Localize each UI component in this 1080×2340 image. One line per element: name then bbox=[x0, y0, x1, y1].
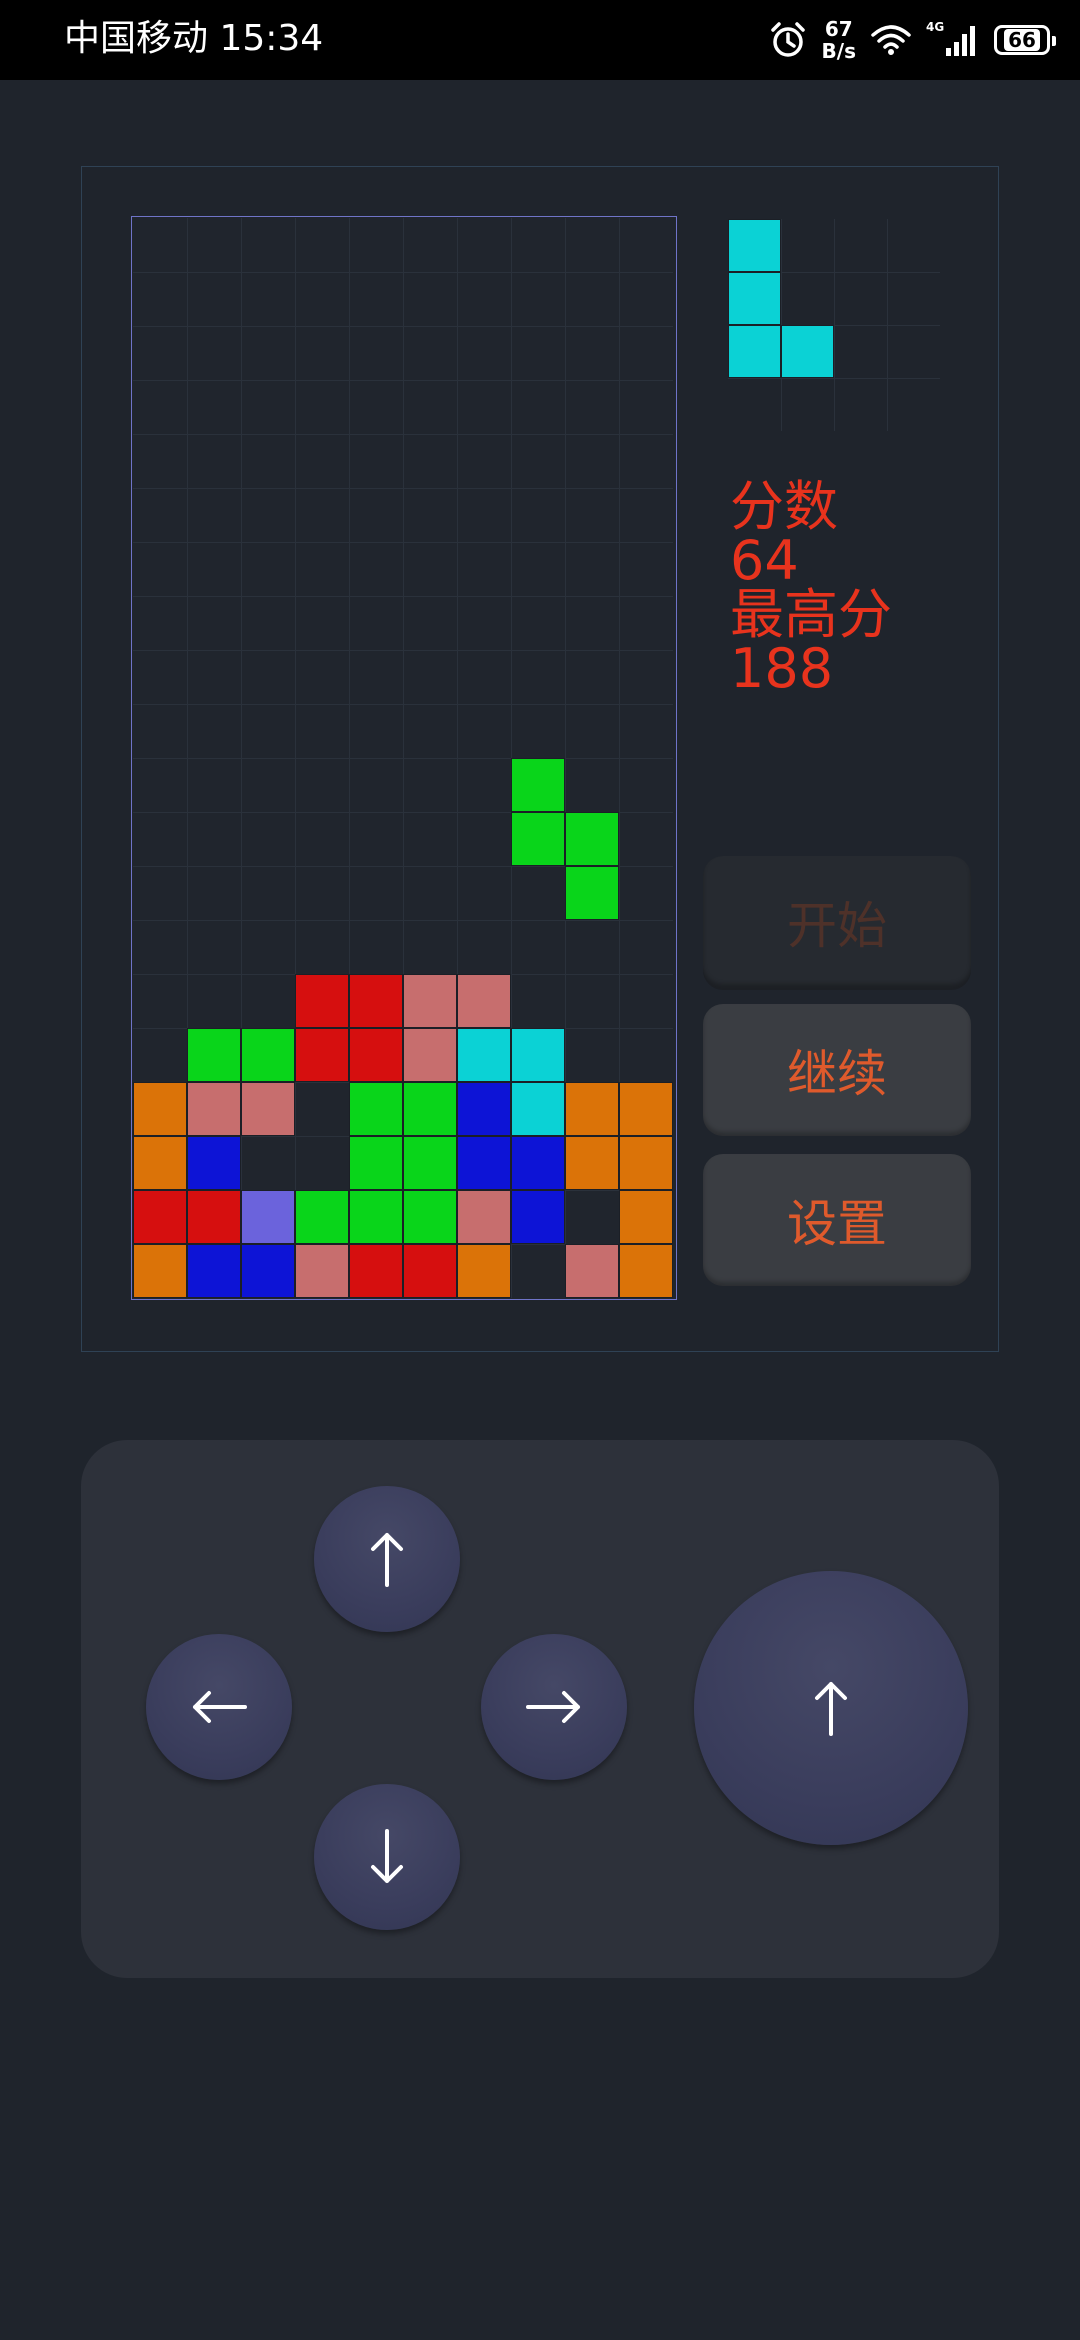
block-cell bbox=[565, 866, 619, 920]
block-cell bbox=[187, 1082, 241, 1136]
block-cell bbox=[781, 325, 834, 378]
block-cell bbox=[295, 1028, 349, 1082]
arrow-left-icon bbox=[193, 1691, 247, 1723]
block-cell bbox=[511, 758, 565, 812]
arrow-right-icon bbox=[526, 1691, 580, 1723]
grid-line bbox=[133, 758, 673, 759]
block-cell bbox=[403, 1244, 457, 1298]
grid-line bbox=[133, 380, 673, 381]
network-speed: 67 B/s bbox=[822, 18, 856, 62]
block-cell bbox=[457, 1028, 511, 1082]
block-cell bbox=[403, 1082, 457, 1136]
block-cell bbox=[295, 974, 349, 1028]
block-cell bbox=[619, 1244, 673, 1298]
grid-line bbox=[133, 488, 673, 489]
carrier-time: 中国移动 15:34 bbox=[64, 18, 324, 59]
block-cell bbox=[728, 325, 781, 378]
network-speed-value: 67 bbox=[824, 17, 853, 41]
block-cell bbox=[187, 1190, 241, 1244]
block-cell bbox=[187, 1136, 241, 1190]
block-cell bbox=[565, 1244, 619, 1298]
settings-button[interactable]: 设置 bbox=[703, 1154, 971, 1286]
block-cell bbox=[295, 1244, 349, 1298]
cellular-signal-icon: 4G bbox=[926, 20, 975, 56]
block-cell bbox=[565, 812, 619, 866]
block-cell bbox=[349, 1082, 403, 1136]
grid-line bbox=[728, 378, 940, 379]
block-cell bbox=[511, 1190, 565, 1244]
next-piece-preview bbox=[728, 219, 942, 433]
block-cell bbox=[241, 1028, 295, 1082]
block-cell bbox=[187, 1244, 241, 1298]
block-cell bbox=[241, 1190, 295, 1244]
grid-line bbox=[133, 920, 673, 921]
block-cell bbox=[295, 1190, 349, 1244]
grid-line bbox=[133, 704, 673, 705]
block-cell bbox=[187, 1028, 241, 1082]
wifi-icon bbox=[871, 25, 911, 55]
grid-line bbox=[133, 272, 673, 273]
arrow-down-icon bbox=[371, 1829, 403, 1883]
block-cell bbox=[241, 1082, 295, 1136]
game-board bbox=[131, 216, 677, 1300]
right-button[interactable] bbox=[481, 1634, 627, 1780]
block-cell bbox=[619, 1136, 673, 1190]
continue-button[interactable]: 继续 bbox=[703, 1004, 971, 1136]
block-cell bbox=[728, 219, 781, 272]
block-cell bbox=[349, 1028, 403, 1082]
grid-line bbox=[133, 434, 673, 435]
block-cell bbox=[619, 1082, 673, 1136]
block-cell bbox=[403, 1028, 457, 1082]
high-score-value: 188 bbox=[730, 637, 834, 700]
status-bar: 中国移动 15:34 67 B/s 4G 66 bbox=[0, 0, 1080, 80]
start-button[interactable]: 开始 bbox=[703, 856, 971, 988]
alarm-icon bbox=[770, 22, 805, 57]
battery-icon: 66 bbox=[994, 25, 1056, 55]
block-cell bbox=[457, 1082, 511, 1136]
score-value: 64 bbox=[730, 529, 799, 592]
grid-line bbox=[133, 596, 673, 597]
grid-line bbox=[133, 326, 673, 327]
status-icons: 67 B/s 4G 66 bbox=[768, 16, 1056, 64]
block-cell bbox=[133, 1244, 187, 1298]
up-button[interactable] bbox=[314, 1486, 460, 1632]
block-cell bbox=[403, 1136, 457, 1190]
block-cell bbox=[457, 1136, 511, 1190]
block-cell bbox=[511, 1136, 565, 1190]
block-cell bbox=[241, 1244, 295, 1298]
block-cell bbox=[511, 812, 565, 866]
arrow-up-icon bbox=[815, 1682, 847, 1736]
block-cell bbox=[565, 1082, 619, 1136]
high-score-label: 最高分 bbox=[730, 583, 892, 646]
network-speed-unit: B/s bbox=[821, 39, 856, 63]
block-cell bbox=[349, 1136, 403, 1190]
block-cell bbox=[565, 1136, 619, 1190]
left-button[interactable] bbox=[146, 1634, 292, 1780]
block-cell bbox=[133, 1190, 187, 1244]
block-cell bbox=[403, 1190, 457, 1244]
block-cell bbox=[349, 1190, 403, 1244]
block-cell bbox=[457, 1190, 511, 1244]
block-cell bbox=[133, 1082, 187, 1136]
block-cell bbox=[349, 1244, 403, 1298]
arrow-up-icon bbox=[371, 1533, 403, 1587]
down-button[interactable] bbox=[314, 1784, 460, 1930]
block-cell bbox=[511, 1082, 565, 1136]
block-cell bbox=[349, 974, 403, 1028]
block-cell bbox=[403, 974, 457, 1028]
network-type-label: 4G bbox=[926, 20, 944, 34]
block-cell bbox=[457, 1244, 511, 1298]
grid-line bbox=[133, 650, 673, 651]
block-cell bbox=[133, 1136, 187, 1190]
grid-line bbox=[133, 542, 673, 543]
rotate-button[interactable] bbox=[694, 1571, 968, 1845]
block-cell bbox=[619, 1190, 673, 1244]
score-label: 分数 bbox=[730, 475, 838, 538]
score-panel: 分数 64 最高分 188 bbox=[730, 480, 892, 696]
block-cell bbox=[457, 974, 511, 1028]
battery-level: 66 bbox=[1004, 29, 1040, 51]
block-cell bbox=[511, 1028, 565, 1082]
block-cell bbox=[728, 272, 781, 325]
